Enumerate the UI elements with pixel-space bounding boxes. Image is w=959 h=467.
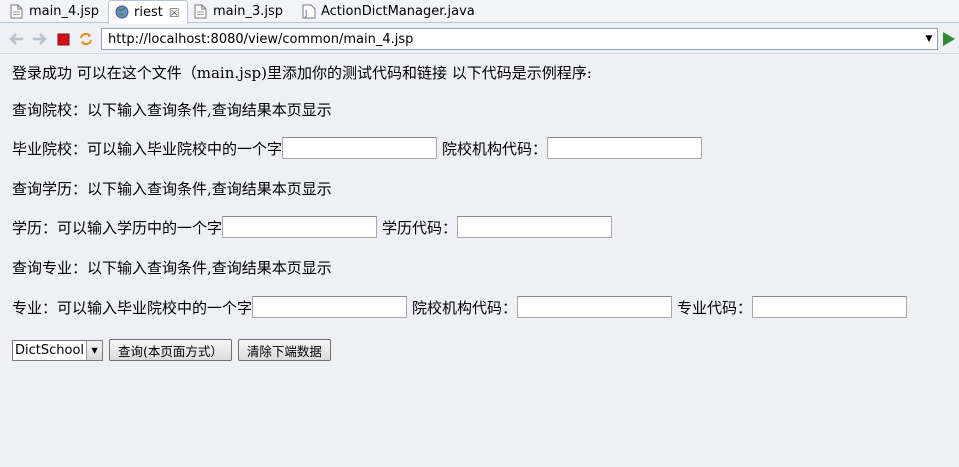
edu-name-input[interactable] <box>222 216 378 238</box>
intro-text-line: 登录成功 可以在这个文件（main.jsp)里添加你的测试代码和链接 以下代码是… <box>12 60 592 84</box>
tab-label: riest <box>134 5 163 20</box>
tab-label: ActionDictManager.java <box>321 4 475 19</box>
edu-query-row: 学历：可以输入学历中的一个字 学历代码： <box>12 215 614 239</box>
refresh-icon[interactable] <box>77 30 95 48</box>
major-query-heading: 查询专业：以下输入查询条件,查询结果本页显示 <box>12 258 332 277</box>
major-query-heading-line: 查询专业：以下输入查询条件,查询结果本页显示 <box>12 255 332 279</box>
edu-code-input[interactable] <box>457 216 613 238</box>
clear-data-button[interactable]: 清除下端数据 <box>237 339 331 361</box>
edu-query-heading: 查询学历：以下输入查询条件,查询结果本页显示 <box>12 179 332 198</box>
school-query-heading-line: 查询院校：以下输入查询条件,查询结果本页显示 <box>12 97 332 121</box>
tab-action-dict-manager-java[interactable]: J ActionDictManager.java <box>296 0 475 23</box>
browser-toolbar: http://localhost:8080/view/common/main_4… <box>0 24 959 54</box>
school-query-row: 毕业院校：可以输入毕业院校中的一个字 院校机构代码： <box>12 136 704 160</box>
chevron-down-icon[interactable]: ▼ <box>921 29 937 49</box>
editor-tab-bar: main_4.jsp riest ☒ main_3.jsp J ActionDi… <box>0 0 959 24</box>
school-name-input[interactable] <box>282 137 438 159</box>
school-code-label: 院校机构代码： <box>442 139 548 158</box>
address-bar[interactable]: http://localhost:8080/view/common/main_4… <box>101 28 938 50</box>
major-code-label: 专业代码： <box>677 298 753 317</box>
forward-arrow-icon[interactable] <box>30 30 48 48</box>
globe-icon <box>115 5 129 20</box>
school-name-label: 毕业院校：可以输入毕业院校中的一个字 <box>12 139 283 158</box>
dict-type-value: DictSchool <box>15 342 85 358</box>
query-button[interactable]: 查询(本页面方式） <box>109 339 232 361</box>
edu-code-label: 学历代码： <box>382 218 458 237</box>
major-code-input[interactable] <box>752 296 908 318</box>
tab-main-3-jsp[interactable]: main_3.jsp <box>188 0 283 23</box>
major-name-input[interactable] <box>252 296 408 318</box>
major-query-row: 专业：可以输入毕业院校中的一个字 院校机构代码： 专业代码： <box>12 295 909 319</box>
school-query-heading: 查询院校：以下输入查询条件,查询结果本页显示 <box>12 100 332 119</box>
close-tab-icon[interactable]: ☒ <box>169 6 180 20</box>
jsp-file-icon <box>194 4 207 19</box>
major-school-code-label: 院校机构代码： <box>412 298 518 317</box>
tab-label: main_4.jsp <box>29 4 100 19</box>
major-name-label: 专业：可以输入毕业院校中的一个字 <box>12 298 253 317</box>
tab-riest[interactable]: riest ☒ <box>108 0 188 24</box>
stop-icon[interactable] <box>54 30 72 48</box>
java-file-icon: J <box>302 4 316 19</box>
edu-name-label: 学历：可以输入学历中的一个字 <box>12 218 223 237</box>
jsp-file-icon <box>10 4 23 19</box>
tab-label: main_3.jsp <box>213 4 284 19</box>
tab-main-4-jsp[interactable]: main_4.jsp <box>4 0 99 23</box>
school-code-input[interactable] <box>547 137 703 159</box>
edu-query-heading-line: 查询学历：以下输入查询条件,查询结果本页显示 <box>12 176 332 200</box>
chevron-down-icon[interactable]: ▼ <box>86 340 103 360</box>
dict-type-select[interactable]: DictSchool ▼ <box>12 339 104 361</box>
back-arrow-icon[interactable] <box>8 30 26 48</box>
go-arrow-icon[interactable] <box>943 32 955 46</box>
major-school-code-input[interactable] <box>517 296 673 318</box>
svg-text:J: J <box>304 9 307 18</box>
action-row: DictSchool ▼ 查询(本页面方式） 清除下端数据 <box>12 338 331 362</box>
intro-text: 登录成功 可以在这个文件（main.jsp)里添加你的测试代码和链接 以下代码是… <box>12 63 592 82</box>
page-content: 登录成功 可以在这个文件（main.jsp)里添加你的测试代码和链接 以下代码是… <box>0 55 959 467</box>
url-input[interactable]: http://localhost:8080/view/common/main_4… <box>102 32 921 47</box>
